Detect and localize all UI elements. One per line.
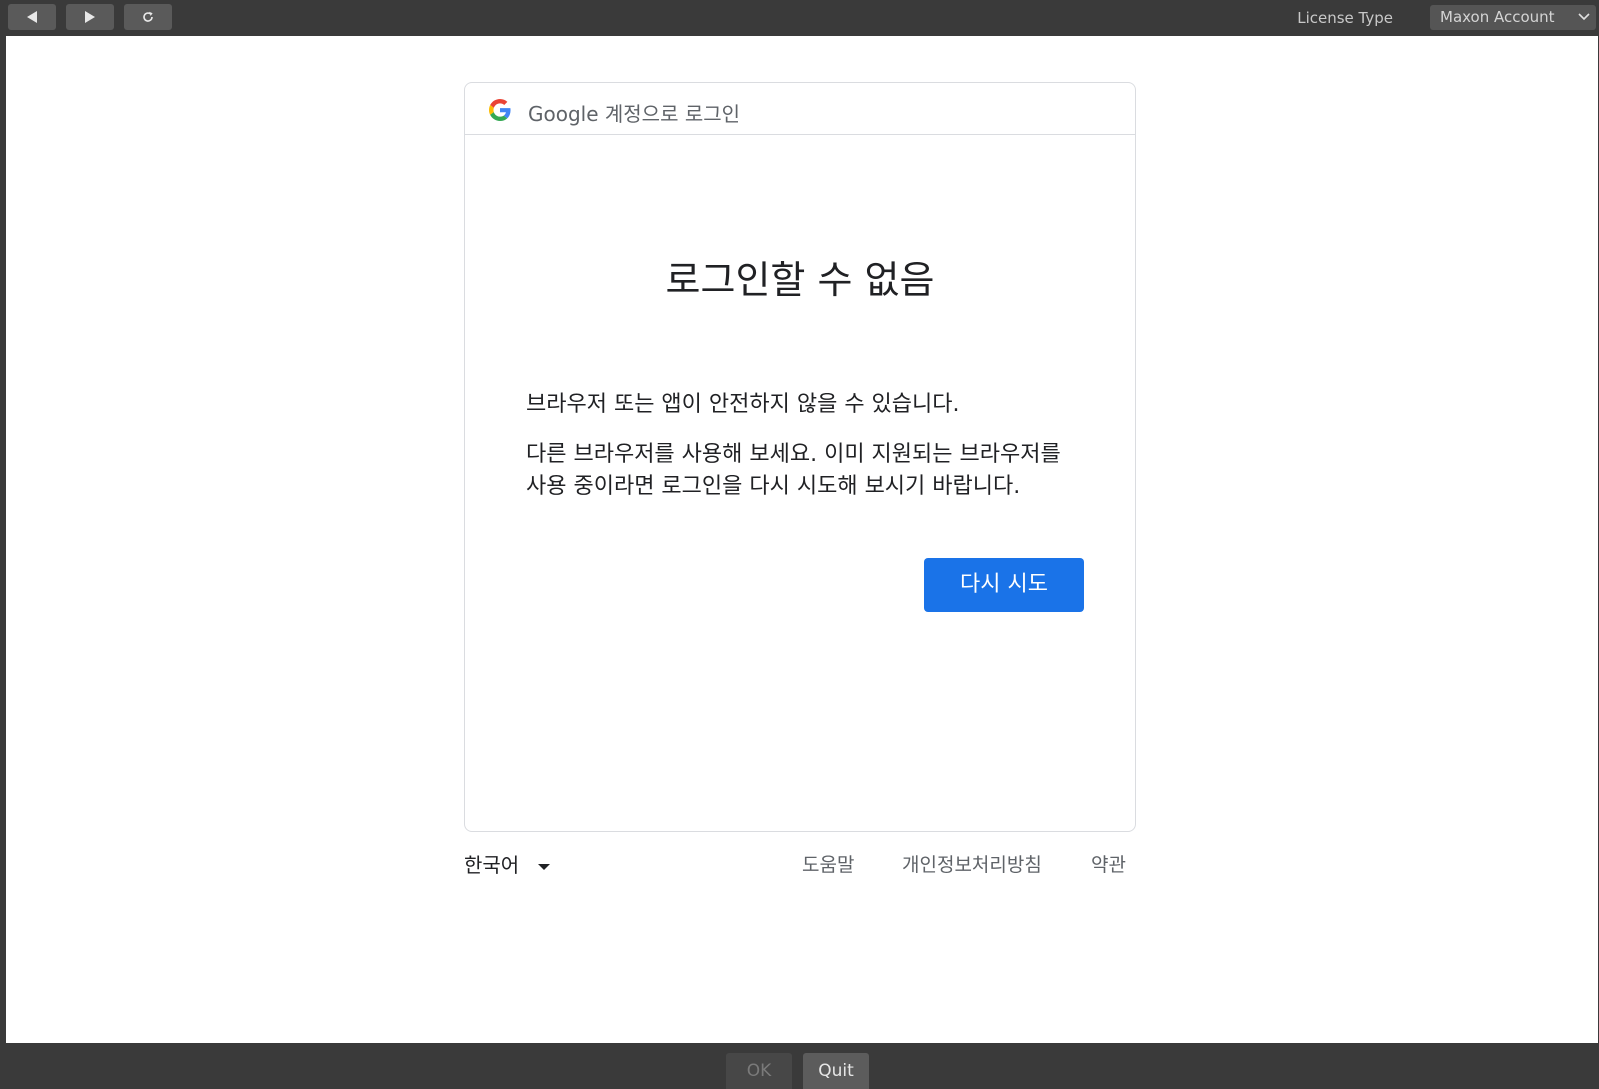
bottom-bar: OK Quit: [0, 1043, 1599, 1089]
google-logo-icon: [489, 99, 511, 121]
page-footer: 한국어 도움말 개인정보처리방침 약관: [464, 849, 1136, 879]
ok-button[interactable]: OK: [726, 1053, 792, 1089]
language-selector[interactable]: 한국어: [464, 849, 550, 878]
error-help-text: 다른 브라우저를 사용해 보세요. 이미 지원되는 브라우저를 사용 중이라면 …: [526, 442, 1061, 499]
reload-button[interactable]: [124, 4, 172, 30]
chevron-down-icon: [1578, 13, 1590, 21]
back-button[interactable]: [8, 4, 56, 30]
top-toolbar: License Type Maxon Account: [0, 0, 1599, 36]
signin-card: Google 계정으로 로그인 로그인할 수 없음 브라우저 또는 앱이 안전하…: [464, 82, 1136, 832]
forward-arrow-icon: [85, 11, 95, 23]
app-window: License Type Maxon Account Google 계정으로 로…: [0, 0, 1599, 1089]
language-label: 한국어: [464, 853, 520, 877]
caret-down-icon: [537, 863, 550, 870]
license-type-select[interactable]: Maxon Account: [1430, 5, 1596, 30]
header-title: Google 계정으로 로그인: [528, 102, 741, 126]
error-message: 브라우저 또는 앱이 안전하지 않을 수 있습니다.: [526, 392, 960, 417]
page-title: 로그인할 수 없음: [665, 258, 935, 302]
retry-button[interactable]: 다시 시도: [924, 558, 1084, 612]
help-link[interactable]: 도움말: [802, 850, 854, 877]
terms-link[interactable]: 약관: [1091, 850, 1126, 877]
forward-button[interactable]: [66, 4, 114, 30]
license-type-value: Maxon Account: [1440, 8, 1555, 26]
reload-icon: [143, 11, 153, 22]
quit-button[interactable]: Quit: [803, 1053, 869, 1089]
web-viewport: Google 계정으로 로그인 로그인할 수 없음 브라우저 또는 앱이 안전하…: [6, 36, 1598, 1043]
back-arrow-icon: [27, 11, 37, 23]
card-header: Google 계정으로 로그인: [465, 83, 1135, 135]
license-type-label: License Type: [1297, 9, 1393, 27]
privacy-link[interactable]: 개인정보처리방침: [902, 850, 1042, 877]
